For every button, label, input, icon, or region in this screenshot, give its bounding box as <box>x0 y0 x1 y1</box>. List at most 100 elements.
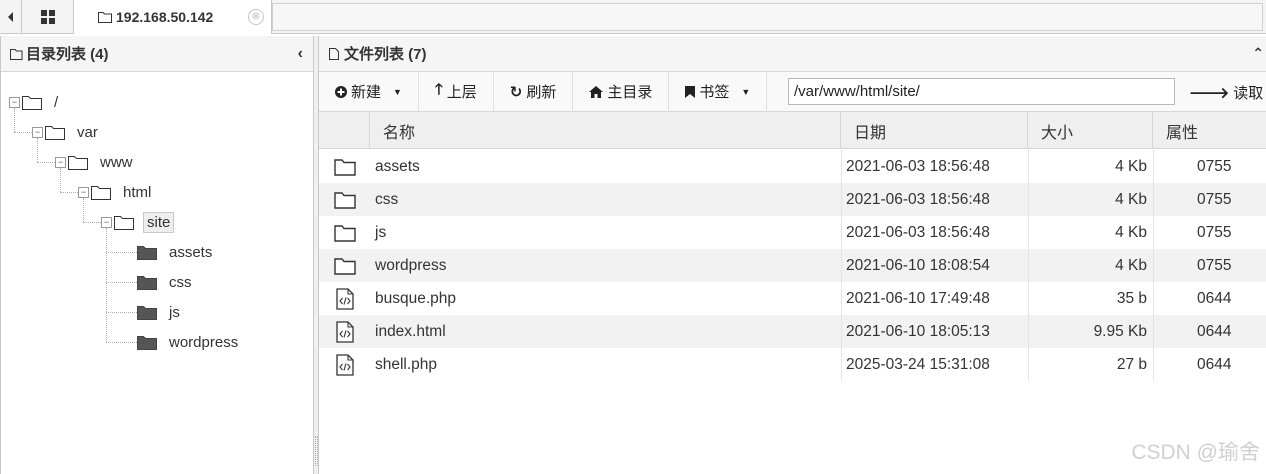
collapse-toggle-icon[interactable]: − <box>101 216 112 228</box>
collapse-toggle-icon[interactable]: − <box>55 156 66 168</box>
column-header-attr[interactable]: 属性 <box>1153 112 1266 149</box>
tree-connector <box>60 168 61 192</box>
file-row[interactable]: js 2021-06-03 18:56:48 4 Kb 0755 <box>319 216 1266 249</box>
file-date: 2021-06-10 17:49:48 <box>846 289 990 307</box>
directory-panel-header: 目录列表 (4) ‹ <box>1 36 313 72</box>
tree-item-label: html <box>123 183 152 201</box>
refresh-button-label: 刷新 <box>526 84 557 101</box>
file-name[interactable]: shell.php <box>370 348 841 381</box>
tree-connector <box>14 108 15 132</box>
file-toolbar: 新建 ▼ 🡑 上层 ↻ 刷新 主目录 书签 ▼ 🡒 读取 <box>319 71 1266 112</box>
file-row[interactable]: assets 2021-06-03 18:56:48 4 Kb 0755 <box>319 150 1266 183</box>
file-attr: 0644 <box>1197 289 1232 307</box>
tree-item-js[interactable]: js <box>137 301 183 323</box>
tab-home[interactable] <box>22 0 74 33</box>
tree-connector <box>14 132 32 133</box>
tree-connector <box>60 192 78 193</box>
folder-icon <box>137 275 157 290</box>
grid-icon <box>40 9 55 24</box>
path-input[interactable] <box>788 78 1175 105</box>
read-button[interactable]: 🡒 读取 <box>1189 72 1263 112</box>
folder-icon <box>333 257 356 275</box>
file-type-icon-cell <box>319 150 370 183</box>
tree-item-www[interactable]: − www <box>55 151 136 173</box>
file-row[interactable]: wordpress 2021-06-10 18:08:54 4 Kb 0755 <box>319 249 1266 282</box>
tree-item-label: wordpress <box>169 333 239 351</box>
refresh-button[interactable]: ↻ 刷新 <box>494 71 574 112</box>
collapse-toggle-icon[interactable]: − <box>9 96 20 108</box>
chevron-left-icon[interactable]: ‹ <box>298 45 303 63</box>
collapse-toggle-icon[interactable]: − <box>32 126 43 138</box>
file-name[interactable]: css <box>370 183 841 216</box>
splitter-grip[interactable] <box>315 436 318 466</box>
bookmark-icon <box>685 85 696 98</box>
tree-connector <box>37 162 55 163</box>
file-row[interactable]: index.html 2021-06-10 18:05:13 9.95 Kb 0644 <box>319 315 1266 348</box>
tab-bar-empty <box>272 3 1263 31</box>
file-name[interactable]: busque.php <box>370 282 841 315</box>
tree-item-label: css <box>169 273 192 291</box>
folder-icon <box>333 224 356 242</box>
file-type-icon-cell <box>319 249 370 282</box>
new-button[interactable]: 新建 ▼ <box>319 71 419 112</box>
file-row[interactable]: busque.php 2021-06-10 17:49:48 35 b 0644 <box>319 282 1266 315</box>
folder-icon <box>137 305 157 320</box>
tree-connector <box>37 138 38 162</box>
file-size: 27 b <box>1116 355 1147 373</box>
tree-connector <box>83 198 84 222</box>
code-file-icon <box>335 287 354 310</box>
tab-scroll-left-button[interactable] <box>0 0 22 33</box>
file-row[interactable]: css 2021-06-03 18:56:48 4 Kb 0755 <box>319 183 1266 216</box>
file-name[interactable]: assets <box>370 150 841 183</box>
file-size: 4 Kb <box>1115 157 1147 175</box>
chevron-up-icon[interactable]: ⌃ <box>1252 45 1264 62</box>
close-icon[interactable]: ⊗ <box>248 9 264 25</box>
file-date: 2021-06-10 18:08:54 <box>846 256 990 274</box>
file-name[interactable]: wordpress <box>370 249 841 282</box>
tree-item-site[interactable]: − site <box>101 211 175 233</box>
file-name[interactable]: js <box>370 216 841 249</box>
file-panel-title: 文件列表 (7) <box>344 46 427 63</box>
caret-down-icon: ▼ <box>393 86 402 97</box>
tree-item-label: assets <box>169 243 213 261</box>
file-panel: 文件列表 (7) ⌃ 新建 ▼ 🡑 上层 ↻ 刷新 主目录 书签 ▼ /var/… <box>319 36 1266 474</box>
column-header-name[interactable]: 名称 <box>370 112 841 149</box>
column-header-date[interactable]: 日期 <box>841 112 1028 149</box>
directory-panel: 目录列表 (4) ‹ − / − var − www − html − site assets css… <box>0 36 314 474</box>
bookmark-button-label: 书签 <box>699 84 730 101</box>
file-grid-header: 名称 日期 大小 属性 <box>319 112 1266 149</box>
folder-icon <box>333 158 356 176</box>
file-row[interactable]: shell.php 2025-03-24 15:31:08 27 b 0644 <box>319 348 1266 381</box>
folder-icon <box>333 191 356 209</box>
tree-connector <box>83 222 101 223</box>
column-divider <box>841 150 842 381</box>
tree-item-root[interactable]: − / <box>9 91 61 113</box>
column-divider <box>1028 150 1029 381</box>
bookmark-button[interactable]: 书签 ▼ <box>669 71 768 112</box>
tree-item-css[interactable]: css <box>137 271 195 293</box>
caret-down-icon: ▼ <box>741 86 751 97</box>
caret-left-icon <box>7 11 13 22</box>
file-date: 2021-06-03 18:56:48 <box>846 190 990 208</box>
file-icon <box>329 47 339 60</box>
file-attr: 0755 <box>1197 157 1232 175</box>
tree-item-assets[interactable]: assets <box>137 241 215 263</box>
tree-item-var[interactable]: − var <box>32 121 101 143</box>
home-button[interactable]: 主目录 <box>573 71 670 112</box>
home-icon <box>589 85 604 98</box>
tree-connector <box>106 312 137 313</box>
tab-host[interactable]: 192.168.50.142 ⊗ <box>74 0 272 34</box>
tree-item-label: www <box>100 153 133 171</box>
column-header-icon <box>319 112 370 149</box>
file-attr: 0644 <box>1197 355 1232 373</box>
file-panel-header: 文件列表 (7) ⌃ <box>319 36 1266 72</box>
tree-item-wordpress[interactable]: wordpress <box>137 331 241 353</box>
up-button[interactable]: 🡑 上层 <box>419 71 494 112</box>
file-name[interactable]: index.html <box>370 315 841 348</box>
file-type-icon-cell <box>319 216 370 249</box>
column-header-size[interactable]: 大小 <box>1028 112 1153 149</box>
file-size: 4 Kb <box>1115 223 1147 241</box>
tree-item-html[interactable]: − html <box>78 181 154 203</box>
collapse-toggle-icon[interactable]: − <box>78 186 89 198</box>
tree-connector <box>106 228 107 342</box>
